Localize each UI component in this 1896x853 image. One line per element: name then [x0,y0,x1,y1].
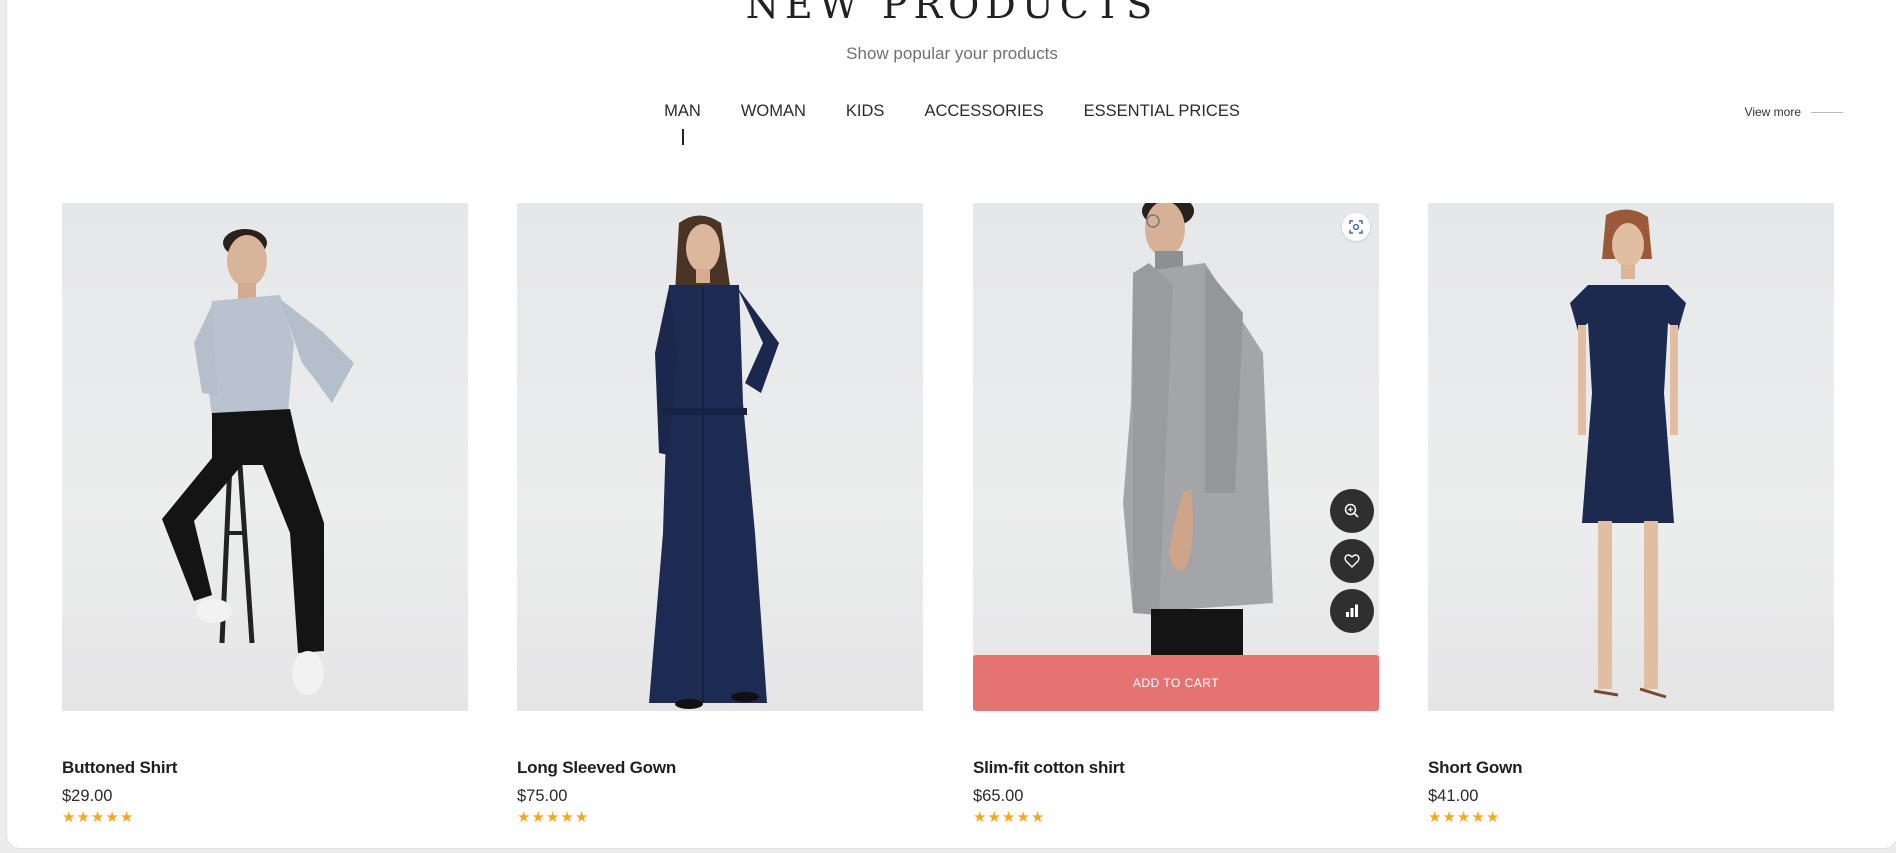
woman-gown-illustration [649,215,779,709]
tab-label: KIDS [845,102,885,120]
page-frame: NEW PRODUCTS Show popular your products … [6,0,1896,849]
star-icon: ★ [76,809,90,826]
product-price: $75.00 [517,787,568,805]
star-icon: ★ [1456,809,1471,826]
section-subtitle: Show popular your products [846,44,1058,63]
star-icon: ★ [574,809,589,826]
tab-kids[interactable]: KIDS [846,101,885,121]
product-price: $65.00 [973,787,1024,805]
product-name[interactable]: Buttoned Shirt [62,758,177,778]
product-image[interactable] [62,203,468,711]
view-more-link[interactable]: View more [1745,105,1843,119]
active-tab-indicator [681,129,684,145]
product-card[interactable]: Long Sleeved Gown $75.00 ★ ★ ★ ★ ★ [517,203,923,843]
tab-accessories[interactable]: ACCESSORIES [924,101,1043,121]
star-icon: ★ [119,809,134,826]
product-image[interactable] [517,203,923,711]
rating-stars: ★ ★ ★ ★ ★ [517,810,588,826]
rating-stars: ★ ★ ★ ★ ★ [62,810,133,826]
star-icon: ★ [1001,809,1016,826]
scan-icon [1349,220,1363,234]
tab-label: ACCESSORIES [924,102,1044,120]
bar-chart-icon [1346,604,1358,617]
star-icon: ★ [62,809,76,826]
tab-man[interactable]: MAN [664,101,701,145]
product-grid: Buttoned Shirt $29.00 ★ ★ ★ ★ ★ Long Sle… [62,203,1842,843]
category-tabs: MAN WOMAN KIDS ACCESSORIES ESSENTIAL PRI… [7,101,1896,145]
star-icon: ★ [105,809,119,826]
rating-stars: ★ ★ ★ ★ ★ [973,810,1044,826]
star-icon: ★ [1030,809,1045,826]
section-title: NEW PRODUCTS [745,0,1159,27]
tab-label: WOMAN [740,102,806,120]
wishlist-button[interactable] [1330,539,1374,583]
view-more-line [1811,111,1843,113]
product-name[interactable]: Short Gown [1428,758,1523,778]
star-icon: ★ [987,809,1001,826]
star-icon: ★ [1428,809,1442,826]
add-to-cart-button[interactable]: ADD TO CART [973,655,1379,711]
product-card[interactable]: Short Gown $41.00 ★ ★ ★ ★ ★ [1428,203,1834,843]
product-name[interactable]: Long Sleeved Gown [517,758,676,778]
star-icon: ★ [1016,809,1030,826]
man-coat-illustration [1123,203,1273,711]
man-shirt-illustration [162,229,354,695]
rating-stars: ★ ★ ★ ★ ★ [1428,810,1499,826]
star-icon: ★ [1442,809,1456,826]
star-icon: ★ [1485,809,1500,826]
zoom-button[interactable] [1330,489,1374,533]
zoom-in-icon [1344,503,1359,518]
product-name[interactable]: Slim-fit cotton shirt [973,758,1125,778]
compare-button[interactable] [1330,589,1374,633]
product-image[interactable] [1428,203,1834,711]
tab-woman[interactable]: WOMAN [741,101,806,121]
star-icon: ★ [973,809,987,826]
star-icon: ★ [531,809,545,826]
star-icon: ★ [517,809,531,826]
product-card[interactable]: Buttoned Shirt $29.00 ★ ★ ★ ★ ★ [62,203,468,843]
view-more-label: View more [1744,105,1801,119]
product-price: $41.00 [1428,787,1479,805]
quick-view-button[interactable] [1342,213,1370,241]
heart-icon [1344,554,1360,568]
woman-dress-illustration [1570,209,1686,699]
tab-label: MAN [664,102,701,120]
star-icon: ★ [1471,809,1485,826]
tab-essential-prices[interactable]: ESSENTIAL PRICES [1084,101,1240,121]
product-card[interactable]: ADD TO CART Slim-fit cotton shirt $65.00… [973,203,1379,843]
product-price: $29.00 [62,787,113,805]
star-icon: ★ [545,809,560,826]
star-icon: ★ [560,809,574,826]
product-image[interactable]: ADD TO CART [973,203,1379,711]
star-icon: ★ [90,809,105,826]
tab-label: ESSENTIAL PRICES [1083,102,1240,120]
